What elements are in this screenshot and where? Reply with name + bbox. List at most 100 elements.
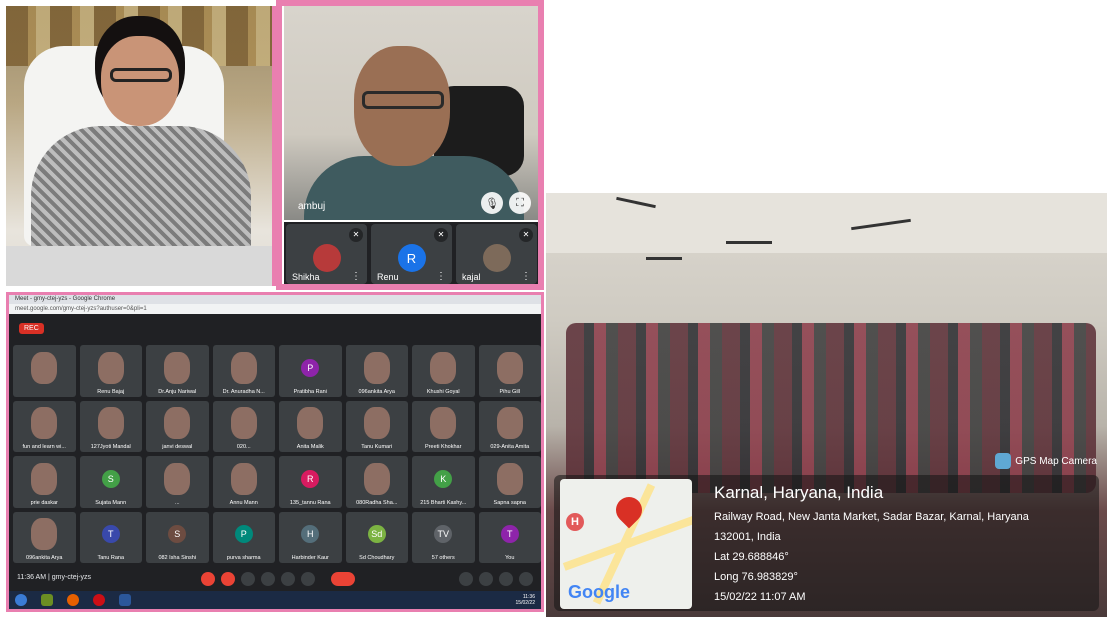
participant-name: Harbinder Kaur — [291, 555, 329, 561]
participant-photo — [496, 462, 523, 495]
participant-name: Annu Mann — [229, 499, 258, 506]
participant-name: Anita Malik — [296, 444, 324, 450]
main-video-tile[interactable]: ambuj 🎙 ⛶ — [284, 6, 539, 220]
participant-tile[interactable]: T Tanu Rana — [79, 511, 142, 563]
avatar: T — [500, 525, 519, 544]
participant-tile[interactable]: S 082 Isha Sinshi — [146, 511, 209, 563]
desk — [6, 246, 272, 286]
participant-tile[interactable]: 080Radha Sha... — [345, 456, 408, 508]
firefox-icon[interactable] — [67, 594, 79, 606]
participant-name: Renu — [377, 272, 399, 282]
camera-icon[interactable] — [221, 572, 235, 586]
more-options-icon[interactable]: ⋮ — [521, 271, 531, 282]
participant-photo — [430, 407, 457, 440]
participant-tile[interactable]: P Pratibha Rani — [279, 345, 342, 397]
participant-tile[interactable]: Renu Bajaj — [79, 345, 142, 397]
participant-tile[interactable]: Anita Malik — [279, 400, 342, 452]
participant-tile[interactable] — [13, 345, 76, 397]
captions-icon[interactable] — [241, 572, 255, 586]
gps-brand-label: GPS Map Camera — [1015, 455, 1097, 467]
avatar: K — [434, 469, 453, 488]
mic-off-icon: ✕ — [434, 228, 448, 242]
activities-icon[interactable] — [519, 572, 533, 586]
start-icon[interactable] — [15, 594, 27, 606]
participant-photo — [496, 407, 523, 440]
people-icon[interactable] — [479, 572, 493, 586]
participant-tile[interactable]: 096ankita Arya — [345, 345, 408, 397]
participant-thumb[interactable]: ✕ R Renu ⋮ — [371, 224, 452, 284]
participant-tile[interactable]: Tanu Kumari — [345, 400, 408, 452]
participant-tile[interactable]: 029-Anita Amita — [478, 400, 541, 452]
collage: ambuj 🎙 ⛶ ✕ Shikha ⋮ ✕ R Renu ⋮ ✕ kajal … — [0, 0, 1107, 617]
participant-tile[interactable]: ... — [146, 456, 209, 508]
participant-thumb[interactable]: ✕ Shikha ⋮ — [286, 224, 367, 284]
end-call-button[interactable] — [331, 572, 355, 586]
participant-tile[interactable]: janvi deswal — [146, 400, 209, 452]
chat-icon[interactable] — [499, 572, 513, 586]
location-map: H Google — [560, 479, 692, 609]
participant-photo — [164, 407, 191, 440]
participant-thumb[interactable]: ✕ kajal ⋮ — [456, 224, 537, 284]
participant-tile[interactable]: 096ankita Arya — [13, 511, 76, 563]
participant-tile[interactable]: 020... — [212, 400, 275, 452]
participant-name: Sapna sapna — [493, 499, 526, 506]
participant-photo — [363, 407, 390, 440]
participant-tile[interactable]: TV 57 others — [412, 511, 475, 563]
participant-name: 096ankita Arya — [358, 388, 395, 395]
participant-tile[interactable]: H Harbinder Kaur — [279, 511, 342, 563]
hospital-marker-icon: H — [566, 513, 584, 531]
info-icon[interactable] — [459, 572, 473, 586]
more-options-icon[interactable] — [301, 572, 315, 586]
participant-name: Khushi Goyal — [426, 388, 460, 395]
participant-photo — [230, 462, 257, 495]
raise-hand-icon[interactable] — [261, 572, 275, 586]
main-tile-name: ambuj — [298, 201, 326, 212]
participant-tile[interactable]: Ppurva sharma — [212, 511, 275, 563]
opera-icon[interactable] — [93, 594, 105, 606]
participant-tile[interactable]: 127Jyoti Mandal — [79, 400, 142, 452]
mic-off-icon: ✕ — [519, 228, 533, 242]
more-options-icon[interactable]: ⋮ — [351, 271, 361, 282]
participant-name: Preeti Khokhar — [425, 444, 462, 450]
meeting-time-code: 11:36 AM | gmy-ctej-yzs — [17, 574, 92, 581]
present-icon[interactable] — [281, 572, 295, 586]
recording-badge: REC — [19, 323, 44, 334]
participant-name: Sd Choudhary — [359, 555, 395, 561]
participant-thumbnails: ✕ Shikha ⋮ ✕ R Renu ⋮ ✕ kajal ⋮ — [284, 222, 539, 286]
participant-photo — [430, 351, 457, 384]
mic-icon[interactable] — [201, 572, 215, 586]
participant-tile[interactable]: S Sujata Mann — [79, 456, 142, 508]
participant-tile[interactable]: prie daskar — [13, 456, 76, 508]
participant-name: prie daskar — [30, 499, 58, 506]
mic-off-icon[interactable]: 🎙 — [481, 192, 503, 214]
participant-tile[interactable]: fun and learn wi... — [13, 400, 76, 452]
participant-name: You — [505, 555, 515, 561]
address-bar[interactable]: meet.google.com/gmy-ctej-yzs?authuser=0&… — [9, 304, 541, 314]
participant-photo — [297, 407, 324, 440]
participant-tile[interactable]: Dr. Anuradha N... — [212, 345, 275, 397]
participant-tile[interactable]: Preeti Khokhar — [412, 400, 475, 452]
participant-tile[interactable]: Dr.Anju Nariwal — [146, 345, 209, 397]
word-icon[interactable] — [119, 594, 131, 606]
participant-tile[interactable]: Khushi Goyal — [412, 345, 475, 397]
participant-photo — [496, 351, 523, 384]
more-options-icon[interactable]: ⋮ — [436, 271, 446, 282]
explorer-icon[interactable] — [41, 594, 53, 606]
participant-name: 082 Isha Sinshi — [158, 555, 197, 561]
participant-tile[interactable]: Annu Mann — [212, 456, 275, 508]
participant-tile[interactable]: K 215 Bharti Kashy... — [412, 456, 475, 508]
participant-tile[interactable]: Sd Sd Choudhary — [345, 511, 408, 563]
avatar: TV — [434, 525, 453, 544]
fullscreen-icon[interactable]: ⛶ — [509, 192, 531, 214]
participant-name: 096ankita Arya — [26, 555, 63, 561]
participant-tile[interactable]: Pihu Gill — [478, 345, 541, 397]
address-line-1: Railway Road, New Janta Market, Sadar Ba… — [714, 511, 1029, 523]
participant-name: Dr.Anju Nariwal — [158, 388, 197, 395]
location-title: Karnal, Haryana, India — [714, 483, 884, 502]
participant-tile[interactable]: R 135_tannu Rana — [279, 456, 342, 508]
participant-tile[interactable]: Sapna sapna — [478, 456, 541, 508]
avatar: P — [234, 525, 253, 544]
participant-tile[interactable]: T You — [478, 511, 541, 563]
participant-name: ... — [174, 499, 180, 506]
avatar: R — [397, 244, 426, 272]
